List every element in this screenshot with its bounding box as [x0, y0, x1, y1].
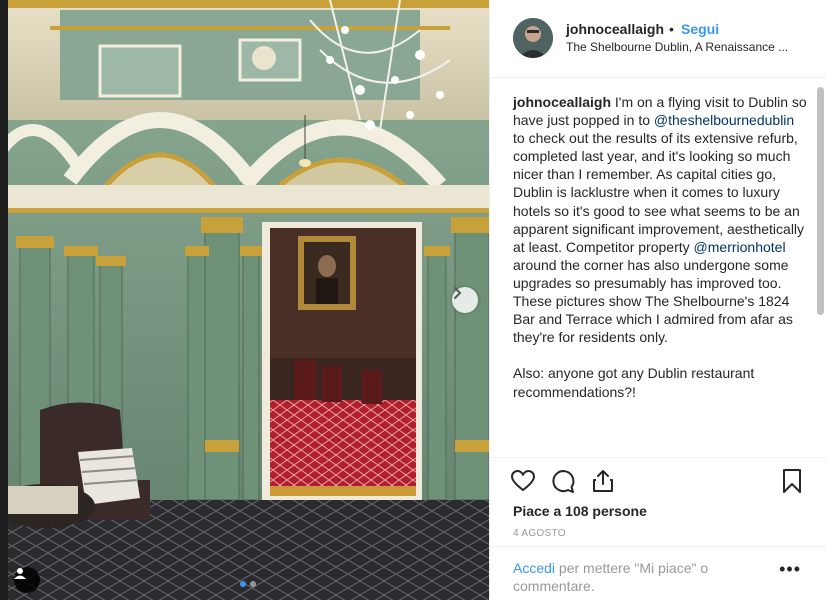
caption-text-4: Also: anyone got any Dublin restaurant r… — [513, 365, 755, 400]
header-username[interactable]: johnoceallaigh — [566, 21, 664, 37]
caption-username[interactable]: johnoceallaigh — [513, 94, 611, 110]
post-caption: johnoceallaigh I'm on a flying visit to … — [513, 93, 809, 401]
action-icons — [510, 468, 616, 494]
login-text: Accedi per mettere "Mi piace" o commenta… — [513, 559, 743, 595]
hotel-bar-photo — [0, 0, 489, 600]
scrollbar[interactable] — [817, 87, 824, 315]
caption-text-2: to check out the results of its extensiv… — [513, 130, 805, 255]
heart-icon[interactable] — [510, 468, 536, 494]
carousel-dot-active — [240, 581, 246, 587]
post-date[interactable]: 4 AGOSTO — [513, 528, 566, 539]
next-slide-button[interactable] — [452, 287, 478, 313]
login-link[interactable]: Accedi — [513, 560, 555, 576]
mention-link[interactable]: @theshelbournedublin — [654, 112, 794, 128]
photo-left-edge — [0, 0, 8, 600]
avatar[interactable] — [513, 18, 553, 58]
bookmark-icon[interactable] — [779, 468, 805, 494]
post-photo[interactable] — [0, 0, 489, 600]
caption-text-3: around the corner has also undergone som… — [513, 256, 793, 346]
user-tag-button[interactable] — [14, 567, 40, 593]
carousel-dot — [250, 581, 256, 587]
carousel-dots — [240, 581, 256, 587]
likes-count[interactable]: Piace a 108 persone — [513, 503, 647, 519]
post-details-panel: johnoceallaigh • Segui The Shelbourne Du… — [489, 0, 826, 600]
share-icon[interactable] — [590, 468, 616, 494]
mention-link[interactable]: @merrionhotel — [694, 239, 786, 255]
comments-area[interactable]: johnoceallaigh I'm on a flying visit to … — [490, 79, 826, 457]
more-options-icon[interactable]: ••• — [779, 559, 801, 580]
follow-button[interactable]: Segui — [681, 21, 719, 37]
comment-icon[interactable] — [550, 468, 576, 494]
location-link[interactable]: The Shelbourne Dublin, A Renaissance ... — [566, 40, 788, 54]
login-prompt: Accedi per mettere "Mi piace" o commenta… — [490, 546, 826, 600]
header-separator: • — [669, 21, 674, 37]
post-header: johnoceallaigh • Segui The Shelbourne Du… — [490, 0, 826, 78]
